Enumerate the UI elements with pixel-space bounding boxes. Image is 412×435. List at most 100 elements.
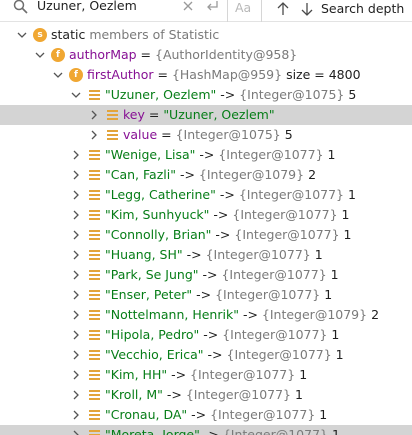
entry-type: {Integer@1077} <box>238 187 345 202</box>
field-name: value <box>123 127 158 142</box>
entry-arrow: -> <box>199 327 223 342</box>
table-row[interactable]: "Kroll, M" -> {Integer@1077} 1 <box>0 385 412 405</box>
entry-key: "Kroll, M" <box>105 387 163 402</box>
entry-count: 1 <box>331 347 344 362</box>
static-icon: s <box>33 28 47 42</box>
map-entry-icon <box>107 130 118 140</box>
chevron-right-icon[interactable] <box>70 329 82 341</box>
map-entry-icon <box>89 390 100 400</box>
search-input[interactable]: Uzuner, Oezlem <box>37 0 137 15</box>
entry-count: 1 <box>310 247 323 262</box>
entry-type: {Integer@1077} <box>234 227 340 242</box>
map-size: size = 4800 <box>286 67 361 82</box>
toolbar-divider <box>261 0 262 22</box>
table-row[interactable]: "Connolly, Brian" -> {Integer@1077} 1 <box>0 225 412 245</box>
table-row[interactable]: "Can, Fazli" -> {Integer@1079} 2 <box>0 165 412 185</box>
return-arrow-icon[interactable] <box>205 0 221 16</box>
map-entry-icon <box>89 310 100 320</box>
search-depth-label: Search depth <box>321 1 405 16</box>
entry-type: {Integer@1077} <box>190 367 296 382</box>
table-row[interactable]: "Moreta, Jorge" -> {Integer@1077} 1 <box>0 425 412 435</box>
tree-row-static[interactable]: s static members of Statistic <box>0 25 412 45</box>
entry-arrow: -> <box>167 367 191 382</box>
match-case-toggle[interactable]: Aa <box>235 0 251 15</box>
chevron-down-icon[interactable] <box>16 29 28 41</box>
chevron-right-icon[interactable] <box>70 249 82 261</box>
chevron-right-icon[interactable] <box>70 389 82 401</box>
tree-row-author-map[interactable]: f authorMap = {AuthorIdentity@958} <box>0 45 412 65</box>
chevron-right-icon[interactable] <box>70 289 82 301</box>
chevron-right-icon[interactable] <box>70 409 82 421</box>
entry-arrow: -> <box>182 247 206 262</box>
map-entry-icon <box>89 250 100 260</box>
tree-row-first-author[interactable]: f firstAuthor = {HashMap@959} size = 480… <box>0 65 412 85</box>
entry-key: "Vecchio, Erica" <box>105 347 204 362</box>
chevron-right-icon[interactable] <box>70 429 82 435</box>
entry-count: 1 <box>315 407 328 422</box>
map-entry-icon <box>89 170 100 180</box>
entry-count: 1 <box>326 267 339 282</box>
tree-row-value[interactable]: value = {Integer@1075} 5 <box>0 125 412 145</box>
chevron-down-icon[interactable] <box>34 49 46 61</box>
map-entry-icon <box>107 110 118 120</box>
equals-sign: = <box>153 67 172 82</box>
chevron-right-icon[interactable] <box>88 109 100 121</box>
entry-count: 1 <box>295 367 308 382</box>
map-entry-icon <box>89 430 100 435</box>
entry-type: {Integer@1077} <box>205 247 311 262</box>
chevron-right-icon[interactable] <box>88 129 100 141</box>
chevron-right-icon[interactable] <box>70 189 82 201</box>
entry-arrow: -> <box>162 387 186 402</box>
table-row[interactable]: "Vecchio, Erica" -> {Integer@1077} 1 <box>0 345 412 365</box>
entry-count: 5 <box>344 87 357 102</box>
equals-sign: = <box>157 127 176 142</box>
entry-key: "Connolly, Brian" <box>105 227 212 242</box>
chevron-right-icon[interactable] <box>70 309 82 321</box>
chevron-right-icon[interactable] <box>70 209 82 221</box>
table-row[interactable]: "Park, Se Jung" -> {Integer@1077} 1 <box>0 265 412 285</box>
chevron-right-icon[interactable] <box>70 149 82 161</box>
table-row[interactable]: "Cronau, DA" -> {Integer@1077} 1 <box>0 405 412 425</box>
search-bar: Uzuner, Oezlem Aa Search depth <box>0 0 412 22</box>
arrow-up-icon[interactable] <box>276 1 290 17</box>
field-value: {HashMap@959} <box>171 67 283 82</box>
entry-type: {Integer@1079} <box>261 307 368 322</box>
map-entry-icon <box>89 90 100 100</box>
search-depth-button[interactable]: Search depth <box>272 0 412 20</box>
entry-count: 1 <box>320 287 333 302</box>
variables-tree: s static members of Statistic f authorMa… <box>0 24 412 435</box>
field-icon: f <box>51 48 65 62</box>
map-entry-icon <box>89 370 100 380</box>
tree-row-expanded-entry[interactable]: "Uzuner, Oezlem" -> {Integer@1075} 5 <box>0 85 412 105</box>
entry-key: "Hipola, Pedro" <box>105 327 200 342</box>
entry-type: {Integer@1077} <box>218 147 324 162</box>
entry-count: 5 <box>280 127 293 142</box>
chevron-right-icon[interactable] <box>70 369 82 381</box>
entry-type: {Integer@1077} <box>215 287 321 302</box>
chevron-right-icon[interactable] <box>70 229 82 241</box>
field-name: authorMap <box>69 47 137 62</box>
table-row[interactable]: "Enser, Peter" -> {Integer@1077} 1 <box>0 285 412 305</box>
close-icon[interactable] <box>181 0 195 16</box>
table-row[interactable]: "Wenige, Lisa" -> {Integer@1077} 1 <box>0 145 412 165</box>
table-row[interactable]: "Legg, Catherine" -> {Integer@1077} 1 <box>0 185 412 205</box>
search-icon[interactable] <box>13 0 29 14</box>
table-row[interactable]: "Hipola, Pedro" -> {Integer@1077} 1 <box>0 325 412 345</box>
table-row[interactable]: "Kim, Sunhyuck" -> {Integer@1077} 1 <box>0 205 412 225</box>
tree-row-key[interactable]: key = "Uzuner, Oezlem" <box>0 105 412 125</box>
entry-count: 1 <box>323 147 336 162</box>
chevron-down-icon[interactable] <box>52 69 64 81</box>
entry-type: {Integer@1077} <box>210 407 316 422</box>
table-row[interactable]: "Huang, SH" -> {Integer@1077} 1 <box>0 245 412 265</box>
table-row[interactable]: "Kim, HH" -> {Integer@1077} 1 <box>0 365 412 385</box>
chevron-down-icon[interactable] <box>70 89 82 101</box>
map-entry-icon <box>89 150 100 160</box>
table-row[interactable]: "Nottelmann, Henrik" -> {Integer@1079} 2 <box>0 305 412 325</box>
entry-arrow: -> <box>195 147 219 162</box>
chevron-right-icon[interactable] <box>70 269 82 281</box>
arrow-down-icon[interactable] <box>300 1 314 17</box>
chevron-right-icon[interactable] <box>70 169 82 181</box>
entry-arrow: -> <box>238 307 262 322</box>
chevron-right-icon[interactable] <box>70 349 82 361</box>
entry-type: {Integer@1077} <box>222 427 328 435</box>
